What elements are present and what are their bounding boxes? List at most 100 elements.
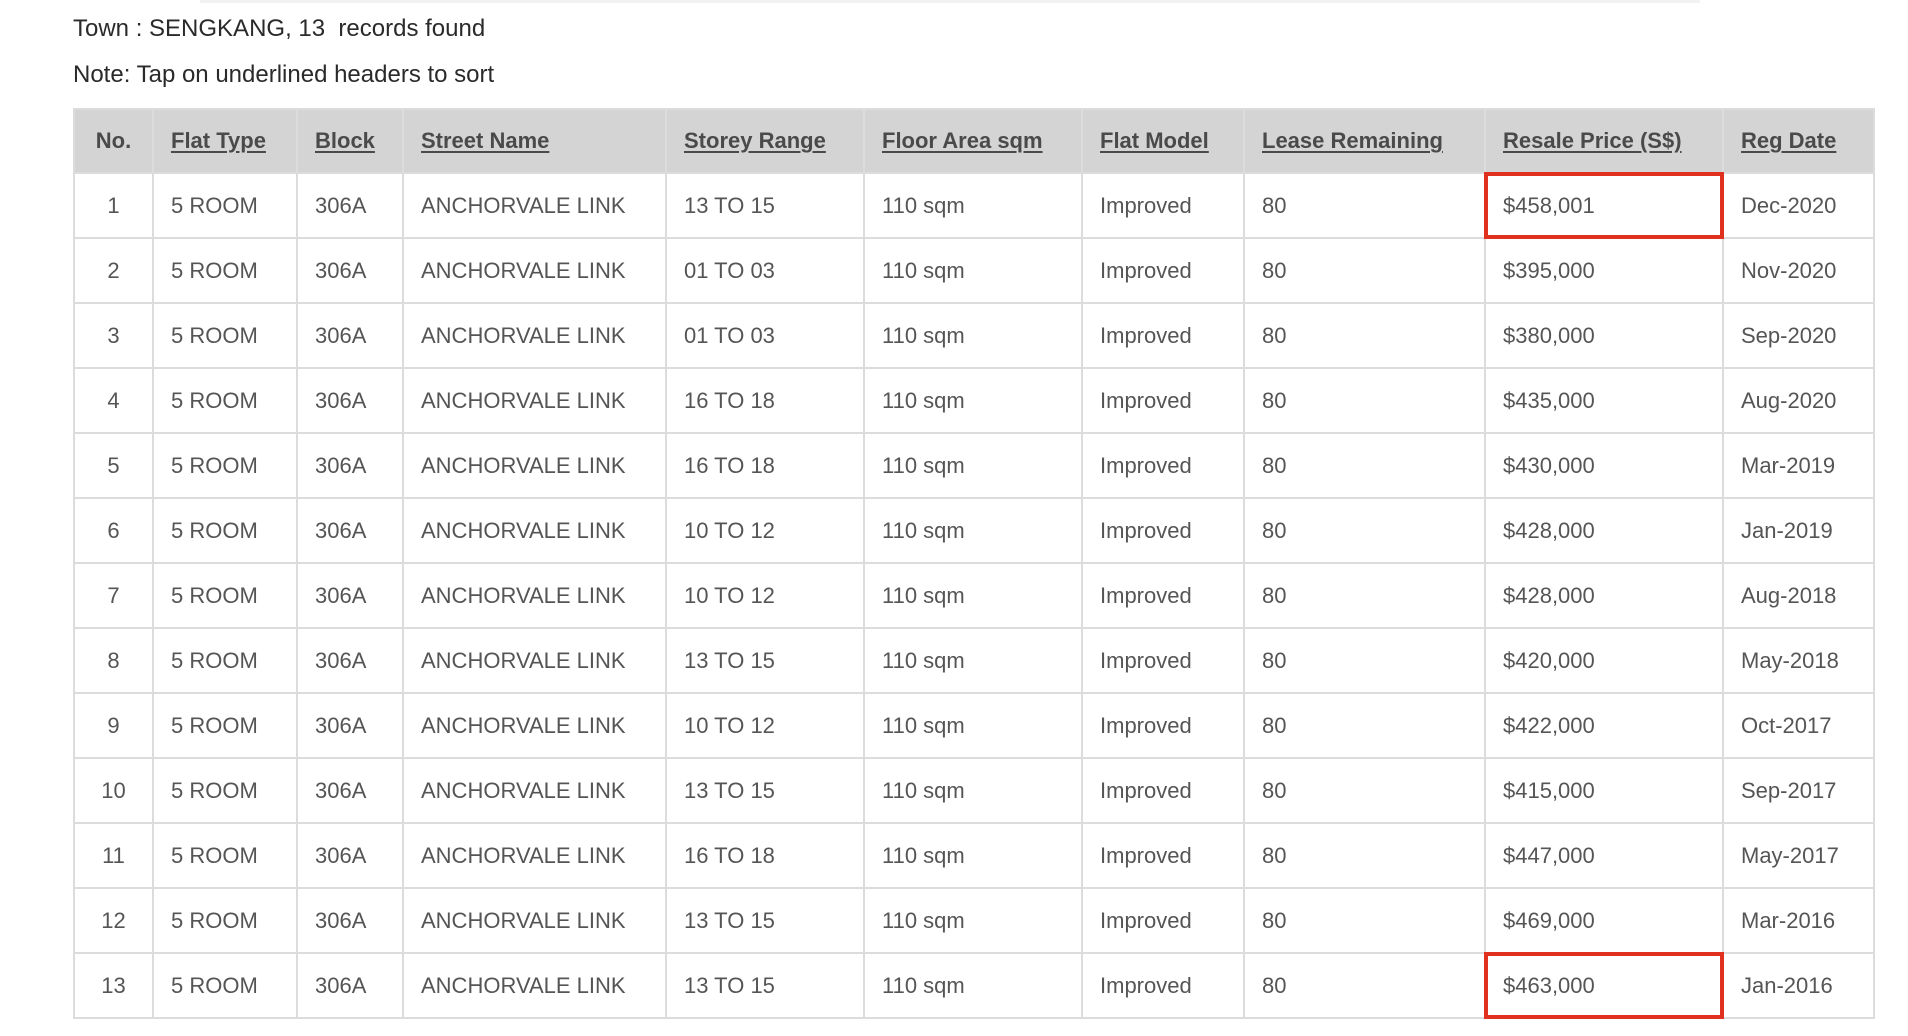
cell-flat-type: 5 ROOM [152, 887, 298, 954]
column-header-label[interactable]: Flat Type [171, 128, 266, 153]
cell-block: 306A [296, 822, 404, 889]
column-header-reg-date[interactable]: Reg Date [1722, 108, 1875, 174]
cell-storey-range: 16 TO 18 [665, 822, 865, 889]
cell-resale-price: $428,000 [1484, 562, 1724, 629]
column-header-label[interactable]: Floor Area sqm [882, 128, 1043, 153]
cell-flat-type: 5 ROOM [152, 757, 298, 824]
cell-floor-area: 110 sqm [863, 757, 1083, 824]
table-row: 35 ROOM 306A ANCHORVALE LINK 01 TO 03 110 sq… [73, 302, 1875, 369]
cell-lease-remaining: 80 [1243, 367, 1486, 434]
cell-floor-area: 110 sqm [863, 367, 1083, 434]
cell-no: 7 [73, 562, 154, 629]
column-header-flat-type[interactable]: Flat Type [152, 108, 298, 174]
cell-storey-range: 13 TO 15 [665, 172, 865, 239]
column-header-no: No. [73, 108, 154, 174]
cell-lease-remaining: 80 [1243, 952, 1486, 1019]
table-row: 65 ROOM 306A ANCHORVALE LINK 10 TO 12 110 sq… [73, 497, 1875, 564]
column-header-flat-model[interactable]: Flat Model [1081, 108, 1245, 174]
cell-flat-model: Improved [1081, 887, 1245, 954]
cell-storey-range: 13 TO 15 [665, 757, 865, 824]
cell-flat-model: Improved [1081, 562, 1245, 629]
column-header-label[interactable]: Reg Date [1741, 128, 1836, 153]
cell-flat-type: 5 ROOM [152, 302, 298, 369]
column-header-label[interactable]: Storey Range [684, 128, 826, 153]
cell-lease-remaining: 80 [1243, 627, 1486, 694]
table-header: No. Flat Type Block Street Name Storey Range… [73, 108, 1875, 174]
cell-flat-model: Improved [1081, 627, 1245, 694]
cell-resale-price: $420,000 [1484, 627, 1724, 694]
cell-no: 3 [73, 302, 154, 369]
column-header-label[interactable]: Flat Model [1100, 128, 1209, 153]
cell-floor-area: 110 sqm [863, 562, 1083, 629]
cell-storey-range: 01 TO 03 [665, 237, 865, 304]
column-header-resale-price[interactable]: Resale Price (S$) [1484, 108, 1724, 174]
top-divider [200, 0, 1700, 3]
cell-storey-range: 16 TO 18 [665, 432, 865, 499]
table-row: 95 ROOM 306A ANCHORVALE LINK 10 TO 12 110 sq… [73, 692, 1875, 759]
sort-note: Note: Tap on underlined headers to sort [73, 61, 495, 88]
cell-block: 306A [296, 302, 404, 369]
cell-storey-range: 10 TO 12 [665, 692, 865, 759]
cell-reg-date: Mar-2019 [1722, 432, 1875, 499]
cell-storey-range: 01 TO 03 [665, 302, 865, 369]
cell-storey-range: 10 TO 12 [665, 562, 865, 629]
cell-floor-area: 110 sqm [863, 302, 1083, 369]
cell-block: 306A [296, 172, 404, 239]
cell-lease-remaining: 80 [1243, 497, 1486, 564]
cell-no: 10 [73, 757, 154, 824]
cell-flat-type: 5 ROOM [152, 952, 298, 1019]
cell-reg-date: May-2017 [1722, 822, 1875, 889]
table-row: 55 ROOM 306A ANCHORVALE LINK 16 TO 18 110 sq… [73, 432, 1875, 499]
column-header-label[interactable]: Block [315, 128, 375, 153]
cell-flat-type: 5 ROOM [152, 497, 298, 564]
cell-storey-range: 13 TO 15 [665, 952, 865, 1019]
cell-lease-remaining: 80 [1243, 172, 1486, 239]
cell-floor-area: 110 sqm [863, 952, 1083, 1019]
cell-floor-area: 110 sqm [863, 887, 1083, 954]
cell-lease-remaining: 80 [1243, 562, 1486, 629]
cell-block: 306A [296, 432, 404, 499]
cell-floor-area: 110 sqm [863, 822, 1083, 889]
column-header-label[interactable]: Street Name [421, 128, 549, 153]
cell-street-name: ANCHORVALE LINK [402, 757, 667, 824]
cell-street-name: ANCHORVALE LINK [402, 172, 667, 239]
column-header-label[interactable]: Resale Price (S$) [1503, 128, 1682, 153]
column-header-label: No. [95, 128, 132, 153]
cell-reg-date: Sep-2017 [1722, 757, 1875, 824]
cell-flat-model: Improved [1081, 822, 1245, 889]
table-row: 75 ROOM 306A ANCHORVALE LINK 10 TO 12 110 sq… [73, 562, 1875, 629]
cell-reg-date: Dec-2020 [1722, 172, 1875, 239]
cell-street-name: ANCHORVALE LINK [402, 887, 667, 954]
cell-flat-model: Improved [1081, 237, 1245, 304]
cell-no: 8 [73, 627, 154, 694]
cell-no: 4 [73, 367, 154, 434]
column-header-block[interactable]: Block [296, 108, 404, 174]
table-body: 15 ROOM 306A ANCHORVALE LINK 13 TO 15 110 sq… [73, 172, 1875, 1019]
column-header-label[interactable]: Lease Remaining [1262, 128, 1443, 153]
column-header-floor-area[interactable]: Floor Area sqm [863, 108, 1083, 174]
cell-flat-type: 5 ROOM [152, 367, 298, 434]
table-row: 11 5 ROOM 306A ANCHORVALE LINK 16 TO 18 110 s… [73, 822, 1875, 889]
cell-lease-remaining: 80 [1243, 237, 1486, 304]
cell-street-name: ANCHORVALE LINK [402, 432, 667, 499]
column-header-street-name[interactable]: Street Name [402, 108, 667, 174]
cell-resale-price: $422,000 [1484, 692, 1724, 759]
cell-lease-remaining: 80 [1243, 822, 1486, 889]
column-header-storey-range[interactable]: Storey Range [665, 108, 865, 174]
cell-flat-type: 5 ROOM [152, 562, 298, 629]
cell-block: 306A [296, 497, 404, 564]
cell-lease-remaining: 80 [1243, 692, 1486, 759]
cell-reg-date: Nov-2020 [1722, 237, 1875, 304]
cell-no: 9 [73, 692, 154, 759]
cell-floor-area: 110 sqm [863, 692, 1083, 759]
cell-flat-model: Improved [1081, 172, 1245, 239]
cell-no: 2 [73, 237, 154, 304]
cell-reg-date: Mar-2016 [1722, 887, 1875, 954]
column-header-lease-remaining[interactable]: Lease Remaining [1243, 108, 1486, 174]
cell-reg-date: Aug-2018 [1722, 562, 1875, 629]
cell-reg-date: Jan-2016 [1722, 952, 1875, 1019]
cell-street-name: ANCHORVALE LINK [402, 952, 667, 1019]
cell-lease-remaining: 80 [1243, 302, 1486, 369]
cell-flat-type: 5 ROOM [152, 627, 298, 694]
cell-resale-price-highlighted: $458,001 [1484, 172, 1724, 239]
